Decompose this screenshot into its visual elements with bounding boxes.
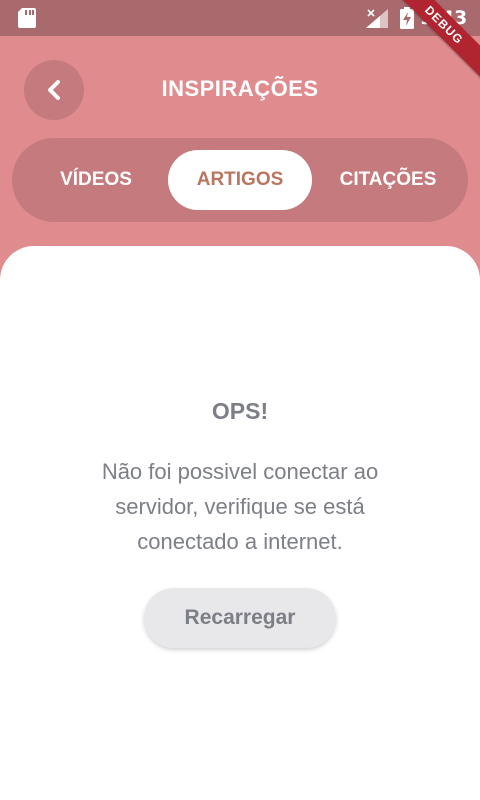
page-title: INSPIRAÇÕES bbox=[161, 76, 319, 101]
content-card: OPS! Não foi possivel conectar ao servid… bbox=[0, 246, 480, 800]
tab-videos[interactable]: VÍDEOS bbox=[36, 150, 156, 210]
tab-citacoes[interactable]: CITAÇÕES bbox=[324, 150, 452, 210]
status-bar: 9:43 DEBUG bbox=[0, 0, 480, 83]
tab-artigos[interactable]: ARTIGOS bbox=[168, 150, 312, 210]
screen: 9:43 DEBUG INSPIRAÇÕES VÍDEOS ARTIGOS CI… bbox=[0, 0, 480, 800]
sd-card-icon bbox=[18, 8, 36, 28]
signal-icon bbox=[366, 9, 388, 28]
error-message: Não foi possivel conectar ao servidor, v… bbox=[101, 459, 379, 554]
tab-bar: VÍDEOS ARTIGOS CITAÇÕES bbox=[12, 138, 468, 222]
reload-button[interactable]: Recarregar bbox=[144, 588, 336, 648]
battery-charging-icon bbox=[400, 7, 414, 29]
error-title: OPS! bbox=[211, 398, 269, 424]
